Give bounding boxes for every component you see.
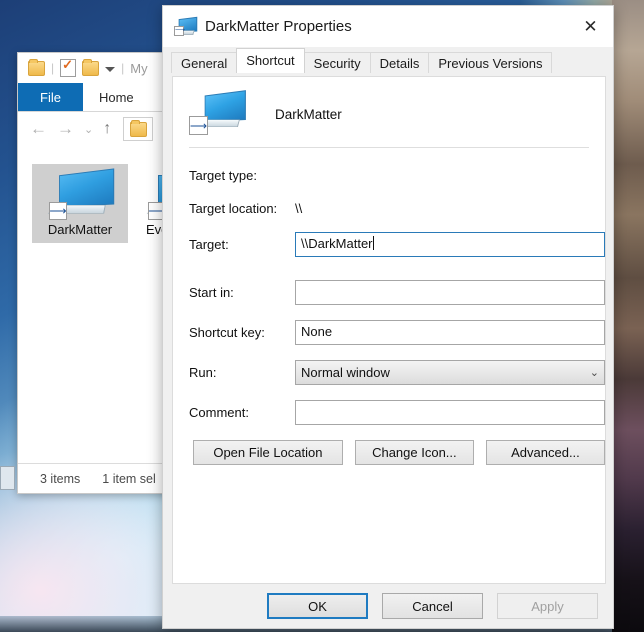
field-row-target-location: Target location: \\ (189, 197, 605, 220)
shortcut-arrow-icon: ⟶ (189, 116, 208, 135)
taskbar-edge-nub (0, 466, 15, 490)
chevron-down-icon[interactable] (105, 66, 116, 72)
dialog-title: DarkMatter Properties (205, 18, 352, 35)
chevron-down-icon: ⌄ (589, 367, 599, 379)
tab-shortcut[interactable]: Shortcut (236, 48, 305, 73)
field-row-target-type: Target type: (189, 164, 605, 187)
target-input[interactable]: \\DarkMatter (295, 232, 605, 257)
header-divider (189, 147, 589, 148)
recent-locations-icon[interactable]: ⌄ (84, 123, 93, 136)
shortcut-arrow-icon: ⟶ (49, 202, 67, 220)
target-type-label: Target type: (189, 168, 257, 183)
ribbon-tab-strip: File Home S (18, 83, 176, 112)
tab-security[interactable]: Security (303, 52, 371, 73)
start-in-label: Start in: (189, 285, 234, 300)
folder-icon (129, 119, 147, 137)
comment-label: Comment: (189, 405, 249, 420)
target-input-value: \\DarkMatter (301, 236, 373, 251)
properties-dialog: ⟶ DarkMatter Properties ✕ General Shortc… (162, 5, 614, 629)
status-bar: 3 items 1 item sel (18, 463, 176, 493)
field-row-shortcut-key: Shortcut key: None (189, 319, 605, 346)
shortcut-header: ⟶ DarkMatter (173, 77, 605, 137)
window-title-partial: My (130, 60, 148, 76)
target-location-label: Target location: (189, 201, 278, 216)
folder-icon[interactable] (28, 58, 45, 76)
toolbar-separator: | (51, 61, 55, 75)
list-item-label: DarkMatter (47, 222, 113, 237)
shortcut-key-input[interactable]: None (295, 320, 605, 345)
file-list-area: ⟶ DarkMatter ⟶ Eve (18, 146, 176, 456)
ok-button[interactable]: OK (267, 593, 368, 619)
shortcut-name-label: DarkMatter (275, 106, 342, 122)
dialog-title-bar: ⟶ DarkMatter Properties ✕ (163, 6, 613, 47)
advanced-button[interactable]: Advanced... (485, 440, 605, 465)
comment-input[interactable] (295, 400, 605, 425)
run-dropdown[interactable]: Normal window ⌄ (295, 360, 605, 385)
up-one-level-icon[interactable]: ↑ (103, 120, 111, 138)
close-icon[interactable]: ✕ (568, 6, 613, 47)
tab-previous-versions[interactable]: Previous Versions (428, 52, 553, 73)
run-dropdown-value: Normal window (301, 365, 390, 380)
apply-button[interactable]: Apply (497, 593, 598, 619)
network-computer-shortcut-icon: ⟶ (173, 16, 198, 36)
shortcut-arrow-icon: ⟶ (174, 25, 186, 36)
target-label: Target: (189, 237, 229, 252)
tab-details[interactable]: Details (369, 52, 430, 73)
status-item-count: 3 items (40, 471, 81, 486)
back-icon[interactable]: ← (30, 119, 47, 139)
navigation-toolbar: ← → ⌄ ↑ (18, 112, 176, 146)
change-icon-button[interactable]: Change Icon... (354, 440, 474, 465)
tab-general[interactable]: General (171, 52, 238, 73)
quick-access-toolbar: | | My (18, 53, 176, 83)
shortcut-action-buttons: Open File Location Change Icon... Advanc… (193, 440, 605, 465)
monitor-screen (204, 90, 246, 122)
address-bar[interactable] (123, 117, 154, 141)
ribbon-tab-home[interactable]: Home (83, 83, 150, 111)
target-location-value: \\ (295, 201, 303, 216)
shortcut-key-label: Shortcut key: (189, 325, 265, 340)
monitor-screen (59, 168, 115, 208)
toolbar-separator: | (121, 61, 125, 75)
wallpaper-right-strip (612, 0, 644, 632)
folder-icon[interactable] (82, 58, 100, 76)
network-computer-shortcut-icon: ⟶ (47, 168, 115, 220)
list-item[interactable]: ⟶ DarkMatter (32, 164, 128, 243)
start-in-input[interactable] (295, 280, 605, 305)
file-explorer-window: | | My File Home S ← → ⌄ ↑ ⟶ DarkMatter (17, 52, 176, 494)
field-row-start-in: Start in: (189, 279, 605, 306)
cancel-button[interactable]: Cancel (382, 593, 483, 619)
checked-document-icon[interactable] (60, 57, 77, 77)
network-computer-shortcut-icon: ⟶ (189, 90, 246, 137)
text-caret (372, 236, 374, 250)
open-file-location-button[interactable]: Open File Location (193, 440, 343, 465)
status-selection-info: 1 item sel (102, 471, 156, 486)
ribbon-tab-file[interactable]: File (18, 83, 83, 111)
field-row-comment: Comment: (189, 399, 605, 426)
dialog-tab-strip: General Shortcut Security Details Previo… (163, 47, 613, 73)
field-row-target: Target: \\DarkMatter (189, 231, 605, 258)
field-row-run: Run: Normal window ⌄ (189, 359, 605, 386)
forward-icon[interactable]: → (57, 119, 74, 139)
dialog-footer: OK Cancel Apply (163, 584, 613, 628)
run-label: Run: (189, 365, 217, 380)
shortcut-tab-panel: ⟶ DarkMatter Target type: Target locatio… (172, 76, 606, 584)
